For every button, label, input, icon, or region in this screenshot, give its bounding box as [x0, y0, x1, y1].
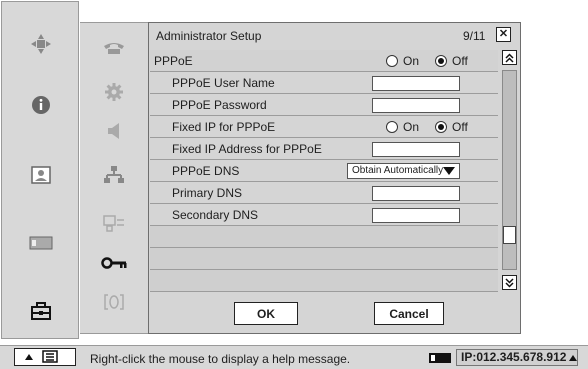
double-chevron-up-icon	[505, 52, 514, 63]
pppoe-user-name-label: PPPoE User Name	[172, 76, 275, 90]
pppoe-user-name-input[interactable]	[372, 76, 460, 91]
bracket-icon[interactable]	[80, 285, 148, 319]
fixed-ip-address-row: Fixed IP Address for PPPoE	[150, 138, 498, 160]
secondary-dns-input[interactable]	[372, 208, 460, 223]
empty-row	[150, 270, 498, 292]
pppoe-dns-label: PPPoE DNS	[172, 164, 240, 178]
pppoe-on-label: On	[403, 54, 420, 68]
pppoe-off-radio[interactable]	[435, 55, 447, 67]
primary-dns-input[interactable]	[372, 186, 460, 201]
pppoe-dns-value: Obtain Automatically	[352, 165, 444, 176]
pppoe-dns-row: PPPoE DNS Obtain Automatically	[150, 160, 498, 182]
scroll-thumb[interactable]	[503, 226, 516, 244]
dropdown-arrow-icon	[443, 167, 455, 175]
help-message: Right-click the mouse to display a help …	[90, 352, 351, 366]
scroll-down-button[interactable]	[502, 275, 517, 290]
administrator-setup-panel: Administrator Setup 9/11 ✕ PPPoE On Off …	[148, 22, 521, 334]
display-switch-icon[interactable]	[80, 206, 148, 240]
scroll-track[interactable]	[502, 70, 517, 270]
fixed-ip-address-input[interactable]	[372, 142, 460, 157]
menu-list-icon	[25, 350, 58, 363]
fixed-ip-on-label: On	[403, 120, 420, 134]
pppoe-password-label: PPPoE Password	[172, 98, 267, 112]
scroll-up-button[interactable]	[502, 50, 517, 65]
fixed-ip-off-label: Off	[452, 120, 468, 134]
status-bar: Right-click the mouse to display a help …	[0, 345, 588, 369]
close-button[interactable]: ✕	[496, 27, 511, 42]
menu-toggle-button[interactable]	[14, 348, 76, 366]
pppoe-label: PPPoE	[154, 54, 193, 68]
toolbox-icon[interactable]	[2, 287, 80, 335]
empty-row	[150, 226, 498, 248]
battery-card-icon[interactable]	[2, 219, 80, 267]
pppoe-user-name-row: PPPoE User Name	[150, 72, 498, 94]
primary-dns-row: Primary DNS	[150, 182, 498, 204]
close-icon: ✕	[498, 28, 509, 40]
pppoe-on-radio[interactable]	[386, 55, 398, 67]
pppoe-password-row: PPPoE Password	[150, 94, 498, 116]
fixed-ip-off-radio[interactable]	[435, 121, 447, 133]
primary-dns-label: Primary DNS	[172, 186, 243, 200]
panel-title: Administrator Setup	[156, 29, 262, 43]
double-chevron-down-icon	[505, 277, 514, 288]
empty-row	[150, 248, 498, 270]
page-indicator: 9/11	[463, 29, 486, 43]
key-icon[interactable]	[80, 246, 148, 280]
ip-address-text: IP:012.345.678.912	[461, 350, 567, 364]
card-icon	[429, 353, 451, 363]
fixed-ip-row: Fixed IP for PPPoE On Off	[150, 116, 498, 138]
ok-button[interactable]: OK	[234, 302, 298, 325]
gear-icon[interactable]	[80, 75, 148, 109]
pppoe-off-label: Off	[452, 54, 468, 68]
camera-pan-icon[interactable]	[2, 20, 80, 68]
pppoe-row: PPPoE On Off	[150, 50, 498, 72]
triangle-up-icon	[569, 355, 577, 361]
ip-address-display: IP:012.345.678.912	[456, 349, 578, 366]
fixed-ip-label: Fixed IP for PPPoE	[172, 120, 276, 134]
picture-icon[interactable]	[2, 151, 80, 199]
fixed-ip-address-label: Fixed IP Address for PPPoE	[172, 142, 322, 156]
info-icon[interactable]	[2, 81, 80, 129]
speaker-icon[interactable]	[80, 114, 148, 148]
pppoe-dns-select[interactable]: Obtain Automatically	[347, 163, 460, 179]
fixed-ip-on-radio[interactable]	[386, 121, 398, 133]
scrollbar[interactable]	[500, 50, 518, 293]
pppoe-password-input[interactable]	[372, 98, 460, 113]
cancel-button[interactable]: Cancel	[374, 302, 444, 325]
dialog-button-row: OK Cancel	[150, 296, 519, 332]
setup-menu-bar	[80, 22, 148, 334]
main-nav-bar	[1, 1, 79, 339]
secondary-dns-row: Secondary DNS	[150, 204, 498, 226]
secondary-dns-label: Secondary DNS	[172, 208, 259, 222]
network-icon[interactable]	[80, 158, 148, 192]
title-bar: Administrator Setup 9/11 ✕	[149, 23, 520, 48]
phone-icon[interactable]	[80, 31, 148, 65]
